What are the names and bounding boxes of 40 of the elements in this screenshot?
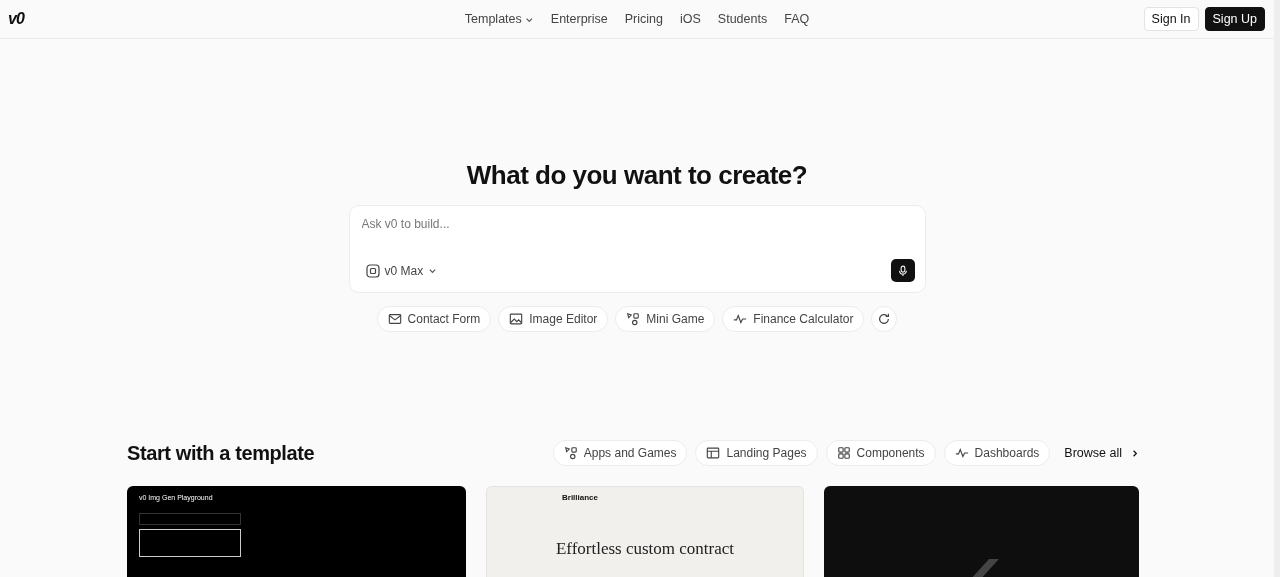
category-chip[interactable]: Dashboards [943,440,1051,466]
pulse-icon [954,446,969,460]
category-chip[interactable]: Apps and Games [552,440,688,466]
model-selector[interactable]: v0 Max [359,261,444,280]
nav-link[interactable]: iOS [680,12,701,26]
model-icon [365,263,380,278]
nav-link[interactable]: Pricing [624,12,663,26]
image-icon [509,312,524,326]
microphone-button[interactable] [890,259,915,282]
nav-link[interactable]: Students [717,12,768,26]
nav-link[interactable]: Enterprise [550,12,608,26]
pulse-icon [733,312,748,326]
browse-all-link[interactable]: Browse all [1064,446,1139,460]
mail-icon [387,312,402,326]
suggestion-chip[interactable]: Finance Calculator [722,306,865,332]
card-heading: Effortless custom contract [555,539,735,559]
hero-title: What do you want to create? [466,160,808,191]
chevron-down-icon [428,266,438,275]
category-chip[interactable]: Landing Pages [695,440,818,466]
layout-icon [706,446,721,460]
template-card[interactable]: Brilliance Effortless custom contract [486,486,804,577]
card-brand: Brilliance [562,493,598,502]
shapes-icon [626,312,641,326]
sign-up-button[interactable]: Sign Up [1204,7,1265,31]
chevron-right-icon [1130,448,1139,458]
section-title: Start with a template [127,441,315,465]
suggestion-chip[interactable]: Image Editor [498,306,609,332]
logo[interactable]: v0 [8,10,24,28]
nav-link[interactable]: FAQ [784,12,810,26]
prompt-input[interactable]: Ask v0 to build... [359,216,915,232]
microphone-icon [896,263,909,278]
suggestion-chip[interactable]: Contact Form [376,306,492,332]
suggestion-chip[interactable]: Mini Game [615,306,716,332]
refresh-button[interactable] [871,306,898,332]
grid-icon [836,446,851,460]
shapes-icon [563,446,578,460]
refresh-icon [877,312,892,326]
nav-link[interactable]: Templates [464,12,534,26]
sign-in-button[interactable]: Sign In [1143,7,1199,31]
category-chip[interactable]: Components [825,440,936,466]
